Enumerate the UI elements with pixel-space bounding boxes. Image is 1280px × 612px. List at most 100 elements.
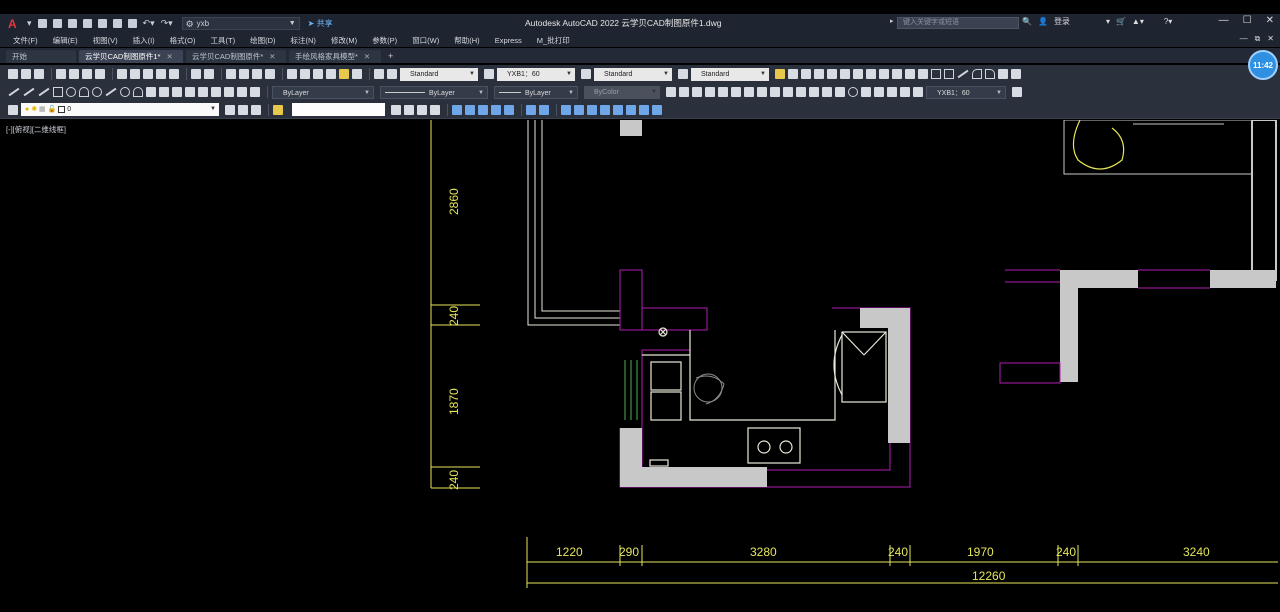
- menu-file[interactable]: 文件(F): [13, 35, 38, 46]
- new-tab-plus-icon[interactable]: +: [388, 50, 393, 63]
- rectangle-icon[interactable]: [931, 69, 941, 79]
- layer-freeze-icon[interactable]: [430, 104, 440, 115]
- doc-minimize-icon[interactable]: —: [1240, 34, 1248, 44]
- table-style-select[interactable]: Standard ▼: [594, 67, 672, 81]
- tab-start[interactable]: 开始: [6, 50, 76, 63]
- menu-express[interactable]: Express: [495, 36, 522, 45]
- trim-icon[interactable]: [905, 69, 915, 79]
- region-icon[interactable]: [211, 87, 221, 97]
- doc-close-icon[interactable]: ✕: [1267, 34, 1274, 44]
- layer-tools-icon[interactable]: [626, 104, 636, 115]
- array-icon[interactable]: [840, 69, 850, 79]
- sheet-set-icon[interactable]: [326, 69, 336, 79]
- layer-merge-icon[interactable]: [526, 104, 536, 115]
- layer-state-icon[interactable]: [251, 104, 261, 115]
- dimension-style-icon[interactable]: [484, 69, 494, 79]
- make-current-layer-icon[interactable]: [225, 104, 235, 115]
- ordinate-dimension-icon[interactable]: [705, 87, 715, 97]
- fillet-icon[interactable]: [972, 69, 982, 79]
- layer-vp-freeze-icon[interactable]: [587, 104, 597, 115]
- match-properties-icon[interactable]: [156, 69, 166, 79]
- construction-line-icon[interactable]: [23, 87, 35, 97]
- layer-on-icon[interactable]: [561, 104, 571, 115]
- close-icon[interactable]: ✕: [166, 52, 172, 61]
- close-icon[interactable]: ✕: [1266, 15, 1274, 26]
- layer-thaw-icon[interactable]: [574, 104, 584, 115]
- menu-tools[interactable]: 工具(T): [211, 35, 236, 46]
- chevron-down-icon[interactable]: ▾: [1106, 17, 1110, 26]
- break-icon[interactable]: [957, 69, 969, 79]
- layer-match-all-icon[interactable]: [600, 104, 610, 115]
- menu-view[interactable]: 视图(V): [93, 35, 118, 46]
- search-input[interactable]: 键入关键字或短语: [897, 17, 1019, 29]
- color-select[interactable]: ByLayer ▼: [272, 85, 374, 99]
- angular-dimension-icon[interactable]: [757, 87, 767, 97]
- menu-window[interactable]: 窗口(W): [412, 35, 439, 46]
- erase-icon[interactable]: [788, 69, 798, 79]
- block-editor-icon[interactable]: [169, 69, 179, 79]
- point-icon[interactable]: [172, 87, 182, 97]
- save-icon[interactable]: [34, 69, 44, 79]
- multileader-style-icon[interactable]: [678, 69, 688, 79]
- menu-draw[interactable]: 绘图(D): [250, 35, 275, 46]
- close-icon[interactable]: ✕: [269, 52, 275, 61]
- zoom-realtime-icon[interactable]: [239, 69, 249, 79]
- layer-unlock-icon[interactable]: [465, 104, 475, 115]
- ellipse-icon[interactable]: [120, 87, 130, 97]
- redo-icon[interactable]: ↷▾: [161, 19, 173, 28]
- tab-drawing-2[interactable]: 云学贝CAD制图原件* ✕: [186, 50, 286, 63]
- redo-icon[interactable]: [204, 69, 214, 79]
- dimension-style-icon[interactable]: [1012, 87, 1022, 97]
- menu-dimension[interactable]: 标注(N): [291, 35, 316, 46]
- doc-restore-icon[interactable]: ⧉: [1255, 34, 1261, 44]
- diameter-dimension-icon[interactable]: [744, 87, 754, 97]
- search-icon[interactable]: 🔍: [1022, 17, 1032, 26]
- layer-off-icon[interactable]: [417, 104, 427, 115]
- insert-block-icon[interactable]: [146, 87, 156, 97]
- spline-icon[interactable]: [105, 87, 117, 97]
- lock-icon[interactable]: 🔓: [48, 106, 57, 113]
- undo-icon[interactable]: ↶▾: [143, 19, 155, 28]
- explode-icon[interactable]: [998, 69, 1008, 79]
- layer-translate-icon[interactable]: [613, 104, 623, 115]
- baseline-dimension-icon[interactable]: [783, 87, 793, 97]
- 3d-print-icon[interactable]: [95, 69, 105, 79]
- add-selected-icon[interactable]: [250, 87, 260, 97]
- text-style-select[interactable]: Standard ▼: [400, 67, 478, 81]
- polyline-icon[interactable]: [38, 87, 50, 97]
- arc-icon[interactable]: [79, 87, 89, 97]
- circle-icon[interactable]: [66, 87, 76, 97]
- minimize-icon[interactable]: —: [1219, 15, 1229, 26]
- stretch-icon[interactable]: [892, 69, 902, 79]
- pencil-icon[interactable]: [775, 69, 785, 79]
- quickcalc-icon[interactable]: [352, 69, 362, 79]
- zoom-previous-icon[interactable]: [265, 69, 275, 79]
- linear-dimension-icon[interactable]: [666, 87, 676, 97]
- sign-in-button[interactable]: 登录: [1054, 16, 1070, 27]
- gradient-icon[interactable]: [198, 87, 208, 97]
- autodesk-a360-icon[interactable]: ▲▾: [1132, 17, 1144, 26]
- layer-match-icon[interactable]: [273, 104, 283, 115]
- move-icon[interactable]: [853, 69, 863, 79]
- print-icon[interactable]: [127, 19, 137, 28]
- polygon-icon[interactable]: [53, 87, 63, 97]
- plot-preview-icon[interactable]: [112, 19, 122, 28]
- aligned-dimension-icon[interactable]: [679, 87, 689, 97]
- table-icon[interactable]: [224, 87, 234, 97]
- menu-edit[interactable]: 编辑(E): [53, 35, 78, 46]
- layer-walk-icon[interactable]: [504, 104, 514, 115]
- new-icon[interactable]: [37, 19, 47, 28]
- menu-parametric[interactable]: 参数(P): [372, 35, 397, 46]
- menu-insert[interactable]: 插入(I): [133, 35, 155, 46]
- continue-dimension-icon[interactable]: [796, 87, 806, 97]
- dimension-text-edit-icon[interactable]: [900, 87, 910, 97]
- layer-isolate-icon[interactable]: [391, 104, 401, 115]
- menu-format[interactable]: 格式(O): [170, 35, 196, 46]
- jogged-dimension-icon[interactable]: [731, 87, 741, 97]
- center-mark-icon[interactable]: [848, 87, 858, 97]
- open-icon[interactable]: [21, 69, 31, 79]
- offset-icon[interactable]: [827, 69, 837, 79]
- drawing-area[interactable]: 2860 240 1870 240 1220 290 3280 240 1970…: [0, 119, 1280, 612]
- tolerance-icon[interactable]: [835, 87, 845, 97]
- multiline-text-icon[interactable]: [237, 87, 247, 97]
